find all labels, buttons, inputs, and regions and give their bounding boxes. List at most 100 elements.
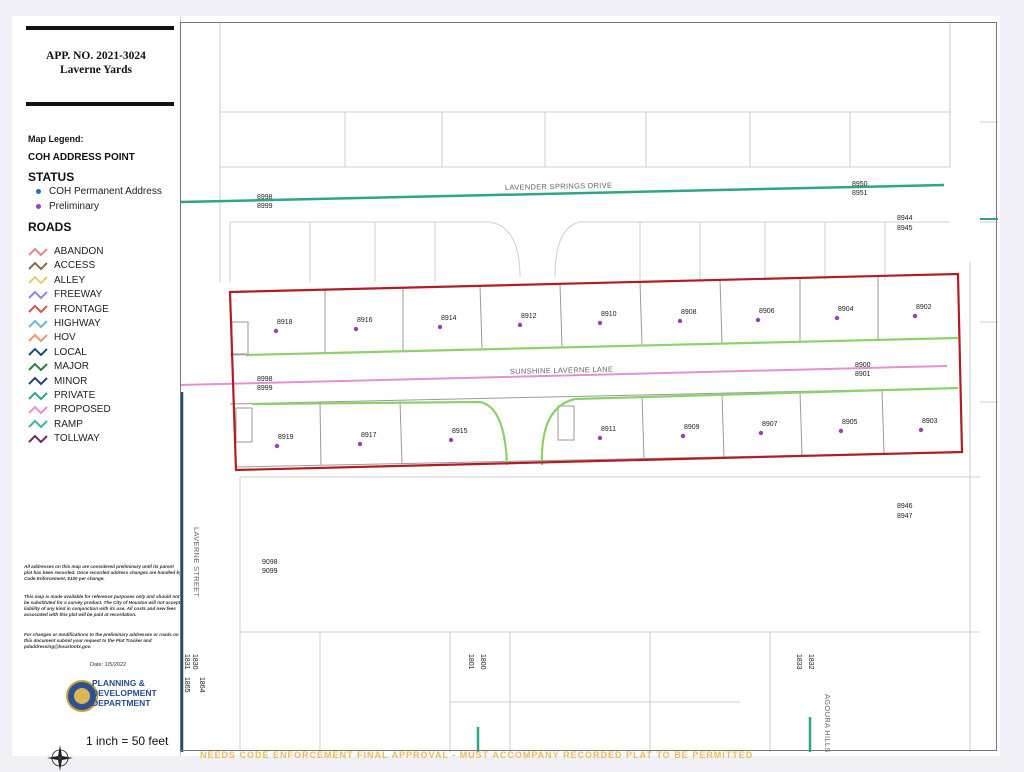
address-point[interactable] [755,317,761,323]
map-scale: 1 inch = 50 feet [86,734,169,748]
range-label: 9098 [262,559,278,566]
legend-panel: APP. NO. 2021-3024 Laverne Yards Map Leg… [12,16,182,771]
lot-address-label: 8917 [361,432,377,439]
road-legend-label: PROPOSED [54,404,111,416]
parcel-grid [219,22,998,752]
address-point[interactable] [448,437,454,443]
lot-address-label: 8909 [684,424,700,431]
road-legend-label: MAJOR [54,361,89,373]
road-legend-proposed: PROPOSED [28,404,111,415]
address-point[interactable] [597,320,603,326]
permanent-dot-icon [36,189,41,194]
road-legend-label: LOCAL [54,346,87,358]
road-legend-label: HOV [54,332,76,344]
note-preliminary: All addresses on this map are considered… [24,564,182,581]
road-swatch-icon [28,376,48,386]
laverne-street-label: LAVERNE STREET [192,527,201,597]
address-point[interactable] [918,427,924,433]
lot-address-label: 8914 [441,315,457,322]
lot-address-label: 8910 [601,311,617,318]
address-point[interactable] [517,322,523,328]
status-preliminary: Preliminary [36,201,99,212]
address-point[interactable] [758,430,764,436]
address-point[interactable] [834,315,840,321]
range-label: 8998 [257,376,273,383]
road-swatch-icon [28,362,48,372]
note-changes: For changes or modifications to the prel… [24,632,179,649]
road-legend-tollway: TOLLWAY [28,433,100,444]
dept-line-2: DEVELOPMENT [92,688,157,698]
address-point[interactable] [677,318,683,324]
address-point[interactable] [353,326,359,332]
status-preliminary-label: Preliminary [49,201,100,212]
lot-address-label: 8902 [916,304,932,311]
road-legend-label: ABANDON [54,246,104,257]
range-label: 8901 [855,371,871,378]
address-points[interactable]: 8918 8916 8914 8912 8910 8908 8906 8904 8902 8919… [273,304,938,449]
range-label: 1800 [479,654,486,670]
address-point[interactable] [274,443,280,449]
road-swatch-icon [28,304,48,314]
address-point[interactable] [680,433,686,439]
range-label: 8945 [897,225,913,232]
address-point[interactable] [273,328,279,334]
road-legend-frontage: FRONTAGE [28,304,109,315]
road-legend-label: HIGHWAY [54,318,101,329]
range-label: 1864 [198,677,205,693]
road-swatch-icon [28,261,48,271]
road-swatch-icon [28,275,48,285]
road-legend-minor: MINOR [28,376,87,387]
range-label: 8944 [897,215,913,222]
map-legend-heading: Map Legend: [28,134,84,144]
road-swatch-icon [28,290,48,300]
lot-address-label: 8907 [762,421,778,428]
road-swatch-icon [28,333,48,343]
agoura-hills-drive-label: AGOURA HILLS DRIVE [823,694,832,752]
road-swatch-icon [28,319,48,328]
dept-line-1: PLANNING & [92,678,145,688]
road-legend-label: PRIVATE [54,390,96,401]
address-point[interactable] [912,313,918,319]
address-point[interactable] [437,324,443,330]
range-label: 8950 [852,181,868,188]
title-rule-bottom [26,102,174,106]
road-legend-label: TOLLWAY [54,433,100,445]
range-label: 1801 [467,654,474,670]
map-date: Date: 1/5/2022 [90,662,127,668]
lot-address-label: 8906 [759,308,775,315]
range-label: 8998 [257,194,273,201]
address-point[interactable] [357,441,363,447]
note-disclaimer: This map is made available for reference… [24,594,181,617]
road-legend-label: MINOR [54,375,88,387]
lot-address-label: 8903 [922,418,938,425]
road-legend-freeway: FREEWAY [28,289,102,300]
plat-map[interactable]: LAVENDER SPRINGS DRIVE SUNSHINE LAVERNE … [180,22,998,752]
application-name: Laverne Yards [59,64,133,76]
status-permanent-label: COH Permanent Address [49,186,162,197]
road-legend-label: RAMP [54,418,83,430]
status-permanent: COH Permanent Address [36,186,162,197]
range-label: 1865 [183,677,190,693]
lot-address-label: 8915 [452,428,468,435]
road-legend-label: FREEWAY [54,289,103,301]
range-label: 8947 [897,513,913,520]
address-point[interactable] [838,428,844,434]
map-frame [180,22,997,751]
road-legend-major: MAJOR [28,361,89,372]
road-legend-alley: ALLEY [28,275,85,286]
road-legend-access: ACCESS [28,260,95,271]
road-legend-local: LOCAL [28,347,87,358]
lot-address-label: 8905 [842,419,858,426]
lot-address-label: 8912 [521,313,537,320]
road-legend-hov: HOV [28,332,76,343]
application-number: APP. NO. 2021-3024 [46,50,146,62]
lot-address-label: 8904 [838,306,854,313]
dept-line-3: DEPARTMENT [92,698,151,708]
lavender-springs-drive-label: LAVENDER SPRINGS DRIVE [505,181,612,192]
road-legend-highway: HIGHWAY [28,318,101,329]
address-point[interactable] [597,435,603,441]
road-legend-private: PRIVATE [28,390,95,401]
range-label: 9099 [262,568,278,575]
road-swatch-icon [28,347,48,357]
lot-address-label: 8911 [601,426,616,433]
